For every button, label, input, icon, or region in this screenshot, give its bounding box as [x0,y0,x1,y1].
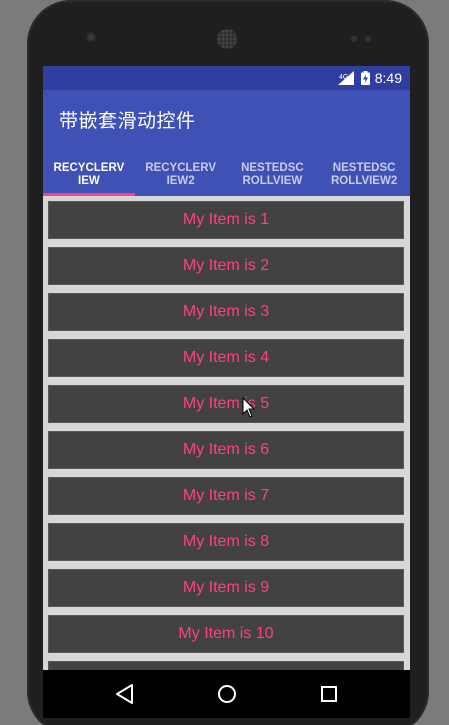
list-item[interactable]: My Item is 7 [48,477,404,515]
tab-label: RECYCLERV IEW [53,162,125,187]
tab-recyclerview2[interactable]: RECYCLERV IEW2 [135,154,227,196]
signal-icon: 4G [337,71,356,85]
light-sensor-icon [365,36,371,42]
status-icons: 4G 8:49 [337,66,402,90]
tab-bar: RECYCLERV IEW RECYCLERV IEW2 NESTEDSC RO… [43,154,410,196]
status-bar: 4G 8:49 [43,66,410,90]
recycler-list[interactable]: My Item is 1 My Item is 2 My Item is 3 M… [43,196,410,718]
battery-icon [360,71,370,85]
tab-label: NESTEDSC ROLLVIEW [241,162,304,187]
list-item[interactable]: My Item is 1 [48,201,404,239]
list-item[interactable]: My Item is 3 [48,293,404,331]
list-item[interactable]: My Item is 4 [48,339,404,377]
list-item[interactable]: My Item is 9 [48,569,404,607]
recents-icon[interactable] [317,682,341,706]
tab-label: RECYCLERV IEW2 [145,162,216,187]
back-icon[interactable] [113,682,137,706]
list-item[interactable]: My Item is 8 [48,523,404,561]
tab-recyclerview[interactable]: RECYCLERV IEW [43,154,135,196]
page-title: 带嵌套滑动控件 [59,110,196,132]
emulator-window: 4G 8:49 带嵌套滑动控件 RECYCLERV IEW RECYCLERV … [0,0,449,725]
earpiece-speaker-icon [217,29,237,49]
app-bar: 带嵌套滑动控件 RECYCLERV IEW RECYCLERV IEW2 NES… [43,90,410,196]
front-camera-icon [86,32,96,42]
navigation-bar [43,670,410,718]
proximity-sensor-icon [351,36,357,42]
list-item[interactable]: My Item is 10 [48,615,404,653]
device-screen: 4G 8:49 带嵌套滑动控件 RECYCLERV IEW RECYCLERV … [43,66,410,718]
network-type-label: 4G [339,74,348,81]
home-icon[interactable] [215,682,239,706]
list-item[interactable]: My Item is 2 [48,247,404,285]
clock: 8:49 [374,70,402,86]
list-item[interactable]: My Item is 5 [48,385,404,423]
tab-nestedscrollview2[interactable]: NESTEDSC ROLLVIEW2 [318,154,410,196]
tab-label: NESTEDSC ROLLVIEW2 [331,162,398,187]
phone-top-bezel [27,0,429,66]
list-item[interactable]: My Item is 6 [48,431,404,469]
tab-nestedscrollview[interactable]: NESTEDSC ROLLVIEW [227,154,319,196]
